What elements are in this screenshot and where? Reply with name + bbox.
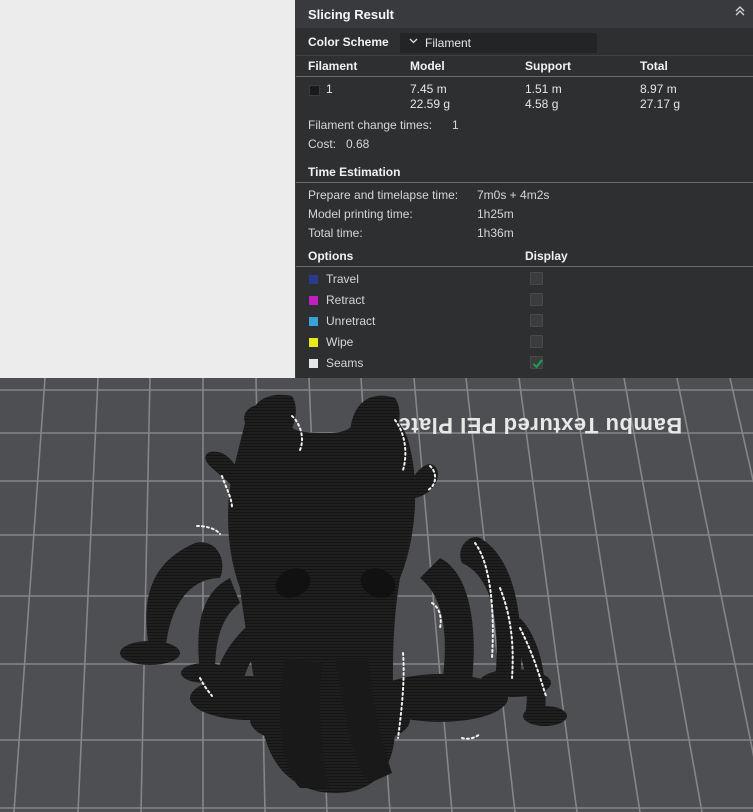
total-time-value: 1h36m <box>477 226 514 240</box>
plate-label: Bambu Textured PEI Plate <box>398 413 682 438</box>
travel-color-swatch <box>309 275 318 284</box>
seams-color-swatch <box>309 359 318 368</box>
col-header-filament: Filament <box>308 59 358 73</box>
divider <box>296 76 753 77</box>
options-header: Options <box>308 249 354 263</box>
filament-change-value: 1 <box>452 118 459 132</box>
wipe-color-swatch <box>309 338 318 347</box>
cost-label: Cost: <box>308 137 337 151</box>
panel-title: Slicing Result <box>308 7 394 22</box>
divider <box>296 55 753 56</box>
model-length: 7.45 m <box>410 82 447 96</box>
filament-change-label: Filament change times: <box>308 118 433 132</box>
display-header: Display <box>525 249 568 263</box>
filament-index: 1 <box>326 82 333 96</box>
unretract-color-swatch <box>309 317 318 326</box>
support-weight: 4.58 g <box>525 97 559 111</box>
model-time-value: 1h25m <box>477 207 514 221</box>
travel-display-checkbox[interactable] <box>530 272 543 285</box>
filament-color-swatch <box>309 85 320 96</box>
support-length: 1.51 m <box>525 82 562 96</box>
col-header-model: Model <box>410 59 445 73</box>
model-time-label: Model printing time: <box>308 207 413 221</box>
option-label-unretract: Unretract <box>326 314 376 328</box>
option-label-retract: Retract <box>326 293 365 307</box>
empty-canvas-area <box>0 0 295 378</box>
cost-value: 0.68 <box>346 137 370 151</box>
divider <box>296 266 753 267</box>
chevron-up-icon[interactable] <box>734 5 746 20</box>
total-length: 8.97 m <box>640 82 677 96</box>
slicing-result-panel: Slicing Result Color Scheme Filament Fil… <box>295 0 753 378</box>
divider <box>296 182 753 183</box>
seams-display-checkbox[interactable] <box>530 356 543 369</box>
time-estimation-header: Time Estimation <box>308 165 401 179</box>
model-weight: 22.59 g <box>410 97 451 111</box>
unretract-display-checkbox[interactable] <box>530 314 543 327</box>
col-header-total: Total <box>640 59 668 73</box>
retract-color-swatch <box>309 296 318 305</box>
col-header-support: Support <box>525 59 571 73</box>
plate-render: Bambu Textured PEI Plate <box>0 378 753 812</box>
wipe-display-checkbox[interactable] <box>530 335 543 348</box>
color-scheme-dropdown[interactable]: Filament <box>400 33 597 53</box>
prepare-time-label: Prepare and timelapse time: <box>308 188 459 202</box>
color-scheme-label: Color Scheme <box>308 35 389 49</box>
total-time-label: Total time: <box>308 226 363 240</box>
option-label-seams: Seams <box>326 356 364 370</box>
chevron-down-icon <box>408 35 419 49</box>
checkmark-icon <box>532 359 543 369</box>
total-weight: 27.17 g <box>640 97 681 111</box>
option-label-wipe: Wipe <box>326 335 354 349</box>
prepare-time-value: 7m0s + 4m2s <box>477 188 550 202</box>
color-scheme-value: Filament <box>425 36 472 50</box>
retract-display-checkbox[interactable] <box>530 293 543 306</box>
3d-viewport[interactable]: Bambu Textured PEI Plate <box>0 378 753 812</box>
option-label-travel: Travel <box>326 272 359 286</box>
